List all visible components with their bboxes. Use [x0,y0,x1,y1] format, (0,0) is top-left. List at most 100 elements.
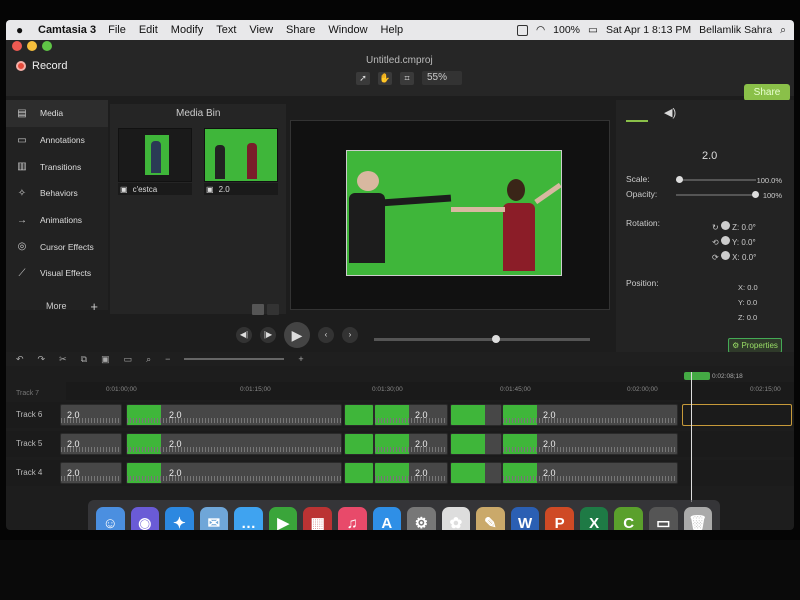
menu-file[interactable]: File [108,24,126,36]
mail-icon[interactable]: ✉ [199,507,229,530]
scrubber[interactable] [374,335,590,343]
playhead-handle[interactable] [684,372,710,380]
battery-level[interactable]: 100% [553,24,580,36]
timeline-clip[interactable]: 2.0 [374,404,448,426]
share-button[interactable]: Share [744,84,790,101]
menu-share[interactable]: Share [286,24,315,36]
status-icon[interactable] [516,24,528,36]
timeline-clip[interactable]: 2.0 [126,404,342,426]
screen-icon[interactable]: ▭ [649,507,678,530]
music-icon[interactable]: ♫ [337,507,367,530]
facetime-icon[interactable]: ▶ [268,507,298,530]
visual-tab-icon[interactable] [626,108,648,122]
menu-help[interactable]: Help [381,24,404,36]
rotate-dial[interactable] [720,251,730,260]
sidebar-item-animations[interactable]: → Animations [6,207,108,234]
video-frame[interactable] [346,150,562,276]
timeline-clip[interactable] [344,404,374,426]
track-row[interactable]: Track 5 2.0 2.0 2.0 2.0 [6,431,794,457]
scrubber-knob[interactable] [492,335,500,343]
preview-icon[interactable]: ✎ [476,507,505,530]
zoom-out-icon[interactable]: − [165,354,170,364]
timeline-clip[interactable]: 2.0 [502,433,678,455]
sidebar-item-transitions[interactable]: ▥ Transitions [6,153,108,180]
timeline-clip[interactable]: 2.0 [502,404,678,426]
menu-window[interactable]: Window [328,24,367,36]
paste-icon[interactable]: ▣ [101,354,110,365]
photo-booth-icon[interactable]: ▦ [303,507,332,530]
menu-modify[interactable]: Modify [171,24,203,36]
selected-region[interactable] [682,404,792,426]
timeline-clip[interactable]: 2.0 [126,433,342,455]
split-icon[interactable]: ▭ [124,354,133,365]
rot-y-value[interactable]: 0.0° [741,238,755,247]
sidebar-item-behaviors[interactable]: ✧ Behaviors [6,180,108,207]
sidebar-item-annotations[interactable]: ▭ Annotations [6,127,108,154]
zoom-in-icon[interactable]: + [298,354,303,364]
media-thumbnail[interactable] [118,128,192,182]
pos-y-value[interactable]: 0.0 [747,298,757,307]
safari-icon[interactable]: ✦ [165,507,194,530]
sidebar-item-media[interactable]: ▤ Media [6,100,108,127]
redo-icon[interactable]: ↷ [38,354,46,365]
media-thumbnail[interactable] [204,128,278,182]
copy-icon[interactable]: ⧉ [81,354,87,365]
minimize-button[interactable] [27,41,37,51]
next-frame-icon[interactable]: › [342,327,358,343]
pos-z-value[interactable]: 0.0 [747,313,757,322]
timeline-clip[interactable]: 2.0 [374,462,448,484]
properties-button[interactable]: ⚙ Properties [728,338,782,353]
slider-knob[interactable] [752,191,759,198]
camtasia-icon[interactable]: C [614,507,643,530]
spotlight-icon[interactable]: ⌕ [780,24,786,37]
settings-icon[interactable]: ⚙ [407,507,436,530]
undo-icon[interactable]: ↶ [16,354,24,365]
select-tool-icon[interactable]: ➚ [356,71,370,85]
timeline-clip[interactable]: 2.0 [374,433,448,455]
preview-canvas[interactable] [290,120,610,310]
timeline-clip[interactable]: 2.0 [60,404,122,426]
add-icon[interactable]: + [90,299,98,314]
messages-icon[interactable]: … [234,507,263,530]
zoom-select[interactable]: 55% [422,71,462,85]
close-button[interactable] [12,41,22,51]
pos-x-value[interactable]: 0.0 [747,283,757,292]
app-menu[interactable]: Camtasia 3 [38,24,96,36]
sidebar-item-visual-effects[interactable]: ⟋ Visual Effects [6,260,108,287]
menu-view[interactable]: View [249,24,273,36]
opacity-value[interactable]: 100% [763,191,782,200]
record-button[interactable]: Record [16,60,67,72]
scale-slider[interactable] [676,176,756,183]
more-button[interactable]: More [46,301,67,311]
timeline-clip[interactable] [450,462,502,484]
slider-knob[interactable] [676,176,683,183]
prev-frame-icon[interactable]: ‹ [318,327,334,343]
crop-tool-icon[interactable]: ⌗ [400,71,414,85]
rotate-dial[interactable] [720,221,730,230]
timeline-clip[interactable]: 2.0 [126,462,342,484]
zoom-button[interactable] [42,41,52,51]
timeline-clip[interactable]: 2.0 [60,433,122,455]
excel-icon[interactable]: X [579,507,609,530]
pan-tool-icon[interactable]: ✋ [378,71,392,85]
play-button[interactable]: ▶ [284,322,310,348]
timeline-ruler[interactable]: 0:01:00;00 0:01:15;00 0:01:30;00 0:01:45… [66,382,794,400]
clock[interactable]: Sat Apr 1 8:13 PM [606,24,691,36]
rotate-dial[interactable] [720,236,730,245]
rot-z-value[interactable]: 0.0° [742,223,756,232]
menu-edit[interactable]: Edit [139,24,158,36]
rot-x-value[interactable]: 0.0° [742,253,756,262]
audio-tab-icon[interactable]: ◀) [664,106,676,119]
timeline-clip[interactable] [344,462,374,484]
timeline-clip[interactable] [450,433,502,455]
app-store-icon[interactable]: A [372,507,402,530]
menu-text[interactable]: Text [216,24,236,36]
timeline-clip[interactable] [450,404,502,426]
timeline-zoom-slider[interactable] [184,358,285,360]
timeline-clip[interactable] [344,433,374,455]
finder-icon[interactable]: ☺ [96,507,125,530]
scale-value[interactable]: 100.0% [757,176,782,185]
siri-icon[interactable]: ◉ [130,507,160,530]
step-forward-icon[interactable]: |▶ [260,327,276,343]
trash-icon[interactable]: 🗑 [683,507,713,530]
